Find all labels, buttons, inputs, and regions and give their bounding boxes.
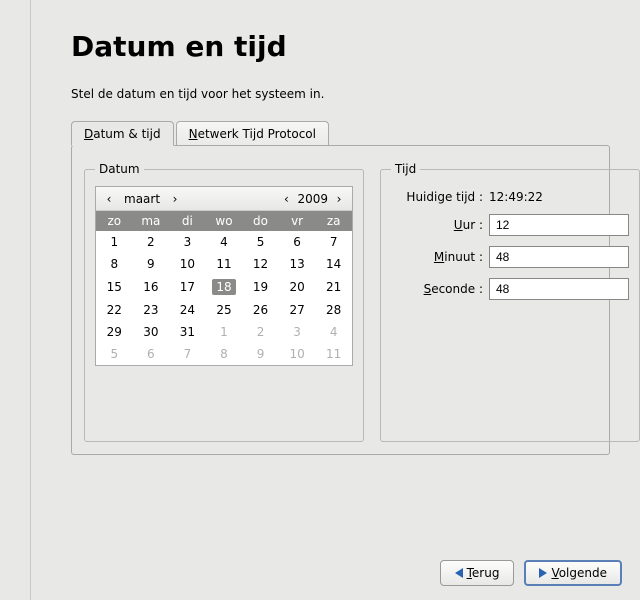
calendar-day[interactable]: 19: [242, 275, 279, 299]
tab-date-time[interactable]: Datum & tijd: [71, 121, 174, 146]
calendar-day[interactable]: 10: [169, 253, 206, 275]
time-group: Tijd Huidige tijd : 12:49:22 Uur : ▴▾: [380, 162, 640, 442]
calendar-day[interactable]: 9: [242, 343, 279, 365]
minute-input[interactable]: [490, 247, 640, 267]
calendar-day[interactable]: 30: [133, 321, 170, 343]
calendar-day[interactable]: 1: [96, 231, 133, 253]
calendar-day[interactable]: 2: [133, 231, 170, 253]
calendar-weekday: di: [169, 211, 206, 231]
calendar-day[interactable]: 7: [315, 231, 352, 253]
calendar: ‹ maart › ‹ 2009 › zomadiwodovrza 123456…: [95, 186, 353, 366]
forward-button[interactable]: Volgende: [524, 560, 622, 586]
tabs: Datum & tijd Netwerk Tijd Protocol: [71, 121, 610, 145]
calendar-day[interactable]: 21: [315, 275, 352, 299]
calendar-day[interactable]: 4: [315, 321, 352, 343]
calendar-day[interactable]: 7: [169, 343, 206, 365]
footer: Terug Volgende: [440, 560, 622, 586]
calendar-day[interactable]: 11: [315, 343, 352, 365]
calendar-day[interactable]: 1: [206, 321, 243, 343]
hour-row: Uur : ▴▾: [391, 214, 629, 236]
second-spinbox[interactable]: ▴▾: [489, 278, 629, 300]
calendar-day[interactable]: 31: [169, 321, 206, 343]
tab-ntp[interactable]: Netwerk Tijd Protocol: [176, 121, 329, 145]
minute-spinbox[interactable]: ▴▾: [489, 246, 629, 268]
calendar-day[interactable]: 8: [206, 343, 243, 365]
current-time-row: Huidige tijd : 12:49:22: [391, 190, 629, 204]
hour-input[interactable]: [490, 215, 640, 235]
calendar-weekday: do: [242, 211, 279, 231]
date-legend: Datum: [95, 162, 144, 176]
hour-label: Uur :: [391, 218, 489, 232]
calendar-day[interactable]: 4: [206, 231, 243, 253]
calendar-day[interactable]: 15: [96, 275, 133, 299]
second-input[interactable]: [490, 279, 640, 299]
calendar-grid: zomadiwodovrza 1234567891011121314151617…: [96, 211, 352, 365]
calendar-weekday: wo: [206, 211, 243, 231]
second-row: Seconde : ▴▾: [391, 278, 629, 300]
calendar-day[interactable]: 5: [96, 343, 133, 365]
calendar-weekday: vr: [279, 211, 316, 231]
arrow-right-icon: [539, 568, 547, 578]
calendar-day[interactable]: 8: [96, 253, 133, 275]
arrow-left-icon: [455, 568, 463, 578]
calendar-day[interactable]: 22: [96, 299, 133, 321]
current-time-value: 12:49:22: [489, 190, 629, 204]
calendar-day[interactable]: 26: [242, 299, 279, 321]
calendar-day[interactable]: 28: [315, 299, 352, 321]
calendar-day[interactable]: 13: [279, 253, 316, 275]
calendar-day[interactable]: 3: [169, 231, 206, 253]
date-group: Datum ‹ maart › ‹ 2009 › zomadiwodovrza …: [84, 162, 364, 442]
calendar-day[interactable]: 20: [279, 275, 316, 299]
calendar-weekday: ma: [133, 211, 170, 231]
calendar-day[interactable]: 14: [315, 253, 352, 275]
calendar-nav: ‹ maart › ‹ 2009 ›: [96, 187, 352, 211]
calendar-day[interactable]: 11: [206, 253, 243, 275]
calendar-day[interactable]: 24: [169, 299, 206, 321]
tab-panel: Datum ‹ maart › ‹ 2009 › zomadiwodovrza …: [71, 145, 610, 455]
calendar-day[interactable]: 29: [96, 321, 133, 343]
calendar-day[interactable]: 16: [133, 275, 170, 299]
minute-row: Minuut : ▴▾: [391, 246, 629, 268]
calendar-day[interactable]: 6: [133, 343, 170, 365]
time-legend: Tijd: [391, 162, 420, 176]
back-button[interactable]: Terug: [440, 560, 515, 586]
calendar-day[interactable]: 5: [242, 231, 279, 253]
calendar-day[interactable]: 10: [279, 343, 316, 365]
calendar-day[interactable]: 9: [133, 253, 170, 275]
second-label: Seconde :: [391, 282, 489, 296]
prev-month-button[interactable]: ‹: [100, 192, 118, 206]
page-subtitle: Stel de datum en tijd voor het systeem i…: [71, 87, 610, 101]
prev-year-button[interactable]: ‹: [277, 192, 295, 206]
hour-spinbox[interactable]: ▴▾: [489, 214, 629, 236]
calendar-day[interactable]: 23: [133, 299, 170, 321]
calendar-day[interactable]: 25: [206, 299, 243, 321]
calendar-day[interactable]: 3: [279, 321, 316, 343]
next-month-button[interactable]: ›: [166, 192, 184, 206]
calendar-day[interactable]: 17: [169, 275, 206, 299]
minute-label: Minuut :: [391, 250, 489, 264]
calendar-day[interactable]: 12: [242, 253, 279, 275]
calendar-month-label[interactable]: maart: [118, 192, 166, 206]
page-title: Datum en tijd: [71, 30, 610, 63]
current-time-label: Huidige tijd :: [391, 190, 489, 204]
calendar-weekday: zo: [96, 211, 133, 231]
calendar-day[interactable]: 6: [279, 231, 316, 253]
calendar-day[interactable]: 18: [206, 275, 243, 299]
calendar-day[interactable]: 2: [242, 321, 279, 343]
calendar-weekday: za: [315, 211, 352, 231]
next-year-button[interactable]: ›: [330, 192, 348, 206]
calendar-year-label[interactable]: 2009: [295, 192, 330, 206]
calendar-day[interactable]: 27: [279, 299, 316, 321]
